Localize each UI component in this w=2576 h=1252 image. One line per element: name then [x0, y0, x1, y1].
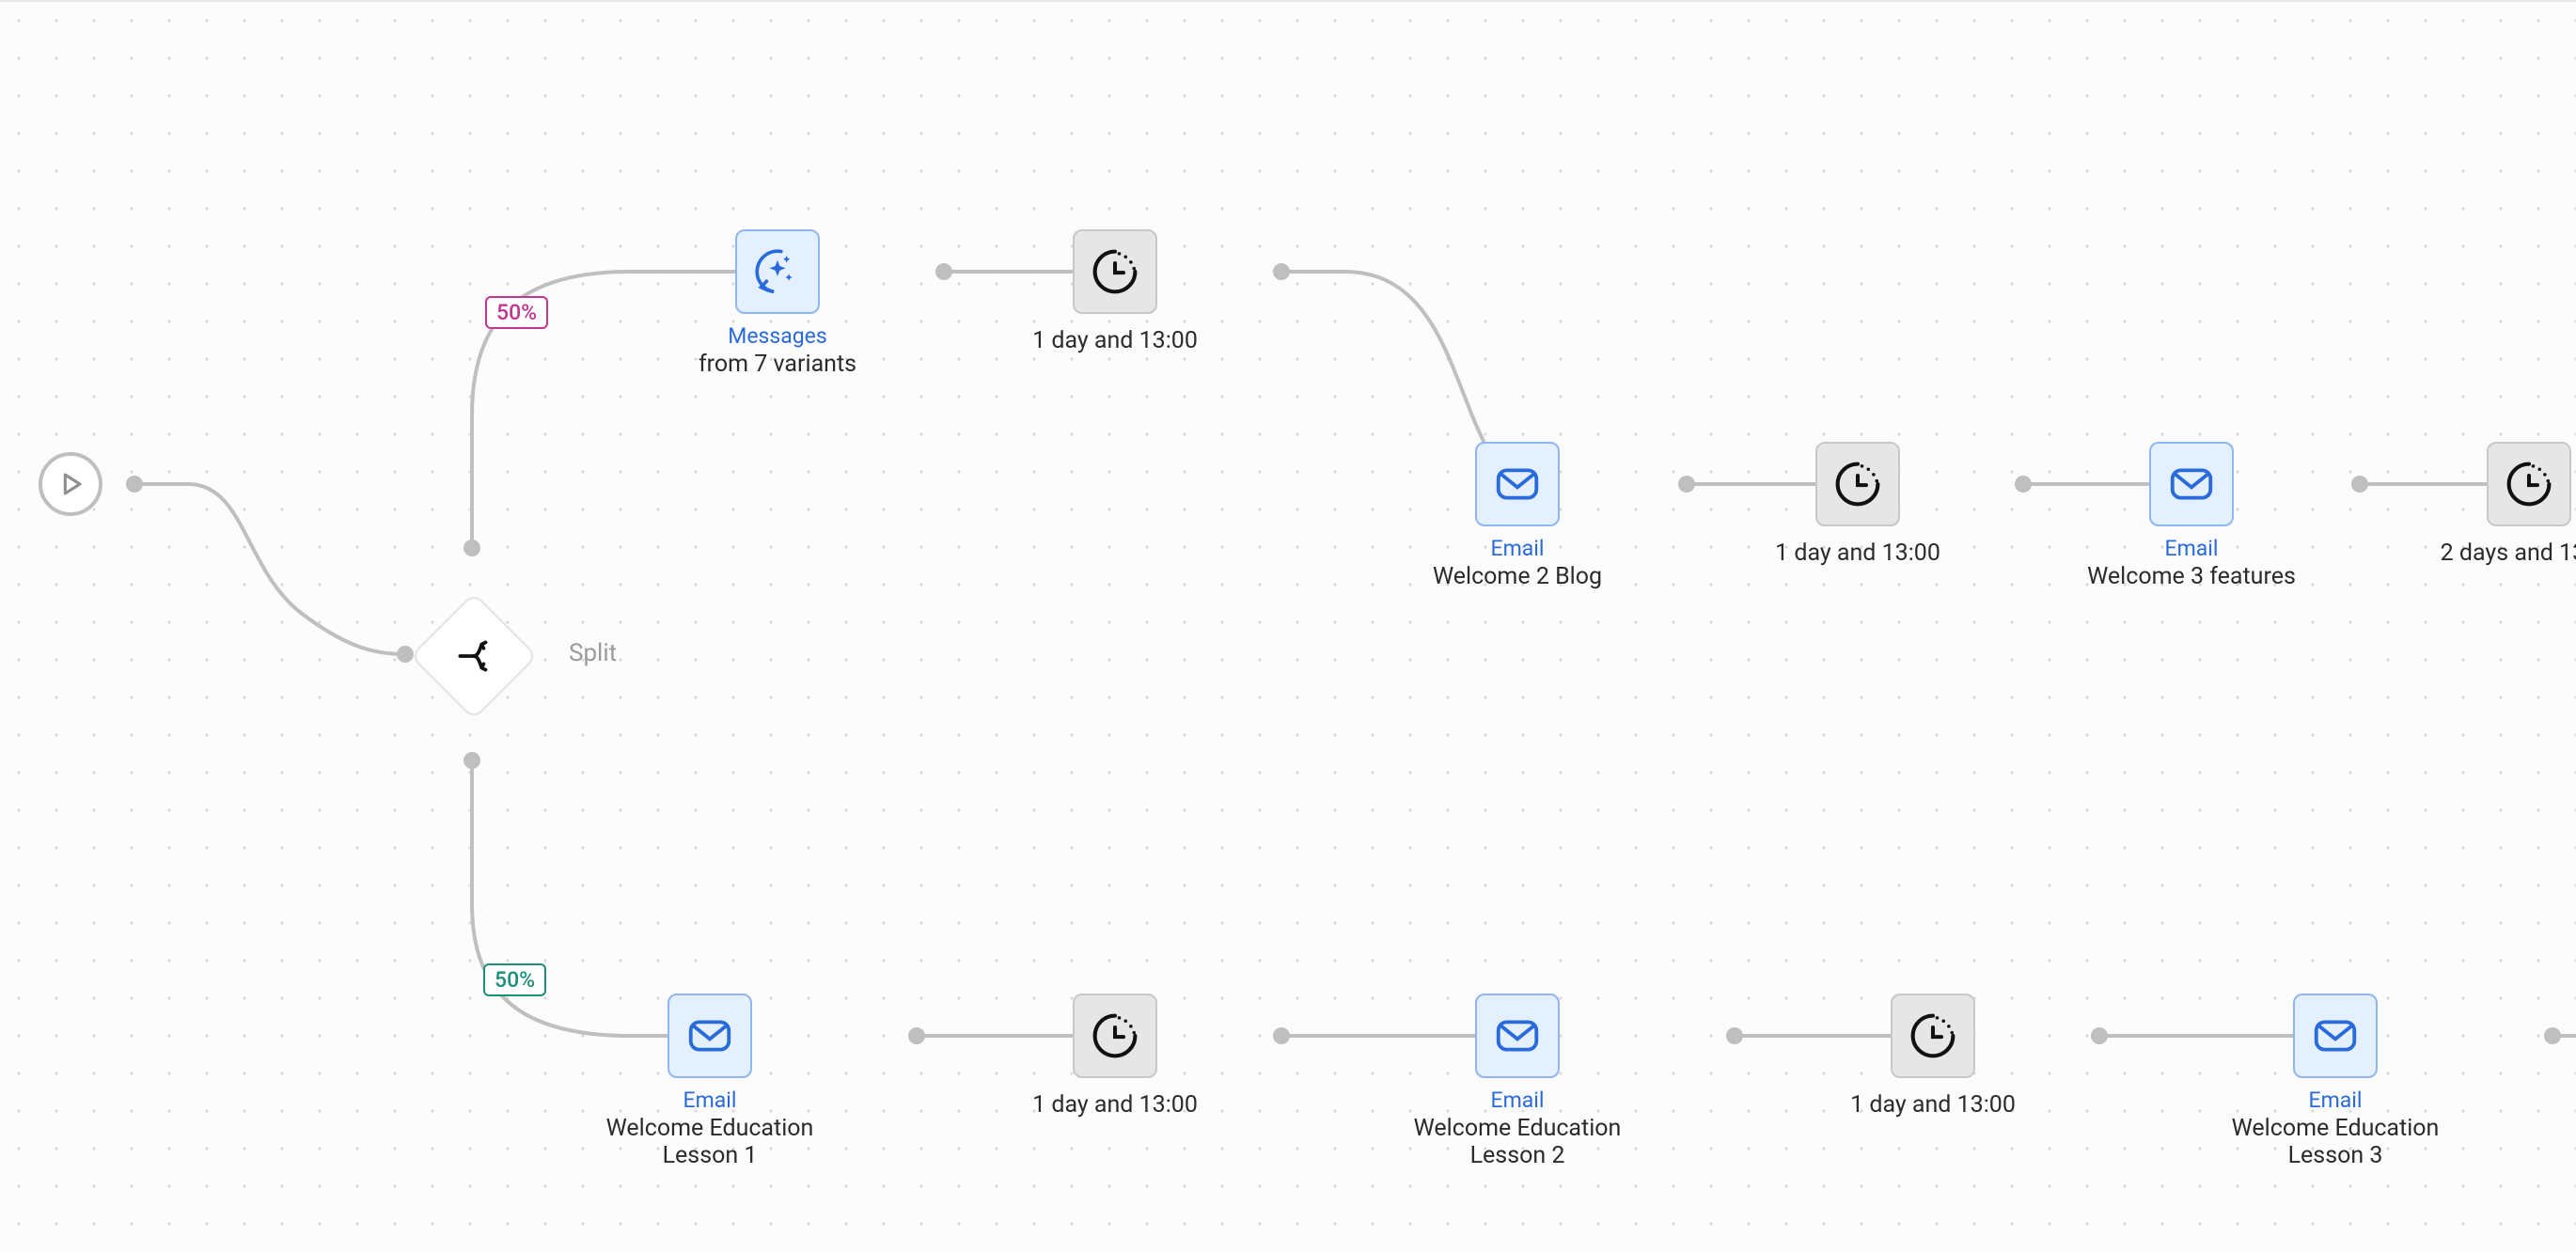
envelope-icon: [684, 1010, 735, 1061]
node-messages-type: Messages: [728, 323, 827, 349]
split-node[interactable]: [410, 592, 538, 720]
node-delay-b1-label: 1 day and 13:00: [1032, 1091, 1198, 1119]
node-delay-2[interactable]: 1 day and 13:00: [1712, 442, 2003, 567]
node-delay-b2-label: 1 day and 13:00: [1850, 1091, 2016, 1119]
node-welcome3[interactable]: Email Welcome 3 features: [2046, 442, 2337, 590]
node-messages-subtitle: from 7 variants: [699, 351, 856, 378]
node-welcome2-subtitle: Welcome 2 Blog: [1433, 563, 1602, 590]
node-delay-3-label: 2 days and 13:00: [2441, 540, 2576, 567]
node-edu2-type: Email: [1491, 1088, 1545, 1113]
node-delay-3[interactable]: 2 days and 13:00: [2383, 442, 2576, 567]
start-node[interactable]: [39, 452, 102, 516]
sparkle-chat-icon: [750, 244, 805, 299]
node-edu2[interactable]: Email Welcome Education Lesson 2: [1372, 994, 1663, 1169]
node-welcome3-subtitle: Welcome 3 features: [2087, 563, 2296, 590]
node-delay-b2[interactable]: 1 day and 13:00: [1787, 994, 2079, 1119]
split-icon: [450, 633, 497, 680]
envelope-icon: [2310, 1010, 2361, 1061]
clock-icon: [2504, 459, 2554, 509]
node-edu2-subtitle: Welcome Education Lesson 2: [1376, 1115, 1658, 1169]
node-delay-1-label: 1 day and 13:00: [1032, 327, 1198, 354]
play-icon: [55, 468, 86, 500]
envelope-icon: [2166, 459, 2217, 509]
node-edu1-subtitle: Welcome Education Lesson 1: [569, 1115, 851, 1169]
node-delay-2-label: 1 day and 13:00: [1775, 540, 1940, 567]
envelope-icon: [1492, 1010, 1543, 1061]
node-edu1-type: Email: [683, 1088, 737, 1113]
branch-bottom-percent: 50%: [483, 963, 546, 996]
node-edu3-subtitle: Welcome Education Lesson 3: [2194, 1115, 2476, 1169]
clock-icon: [1908, 1010, 1958, 1061]
clock-icon: [1090, 246, 1140, 297]
node-welcome3-type: Email: [2165, 536, 2219, 561]
branch-top-percent: 50%: [485, 296, 548, 329]
node-welcome2[interactable]: Email Welcome 2 Blog: [1372, 442, 1663, 590]
flow-canvas[interactable]: Split 50% 50% Messages from 7 variants 1…: [0, 0, 2576, 1252]
node-delay-1[interactable]: 1 day and 13:00: [969, 229, 1261, 354]
clock-icon: [1832, 459, 1883, 509]
node-delay-b1[interactable]: 1 day and 13:00: [969, 994, 1261, 1119]
node-edu3[interactable]: Email Welcome Education Lesson 3: [2190, 994, 2481, 1169]
node-edu3-type: Email: [2309, 1088, 2363, 1113]
envelope-icon: [1492, 459, 1543, 509]
clock-icon: [1090, 1010, 1140, 1061]
node-edu1[interactable]: Email Welcome Education Lesson 1: [564, 994, 856, 1169]
split-label: Split: [569, 639, 617, 667]
node-messages[interactable]: Messages from 7 variants: [632, 229, 923, 378]
node-welcome2-type: Email: [1491, 536, 1545, 561]
